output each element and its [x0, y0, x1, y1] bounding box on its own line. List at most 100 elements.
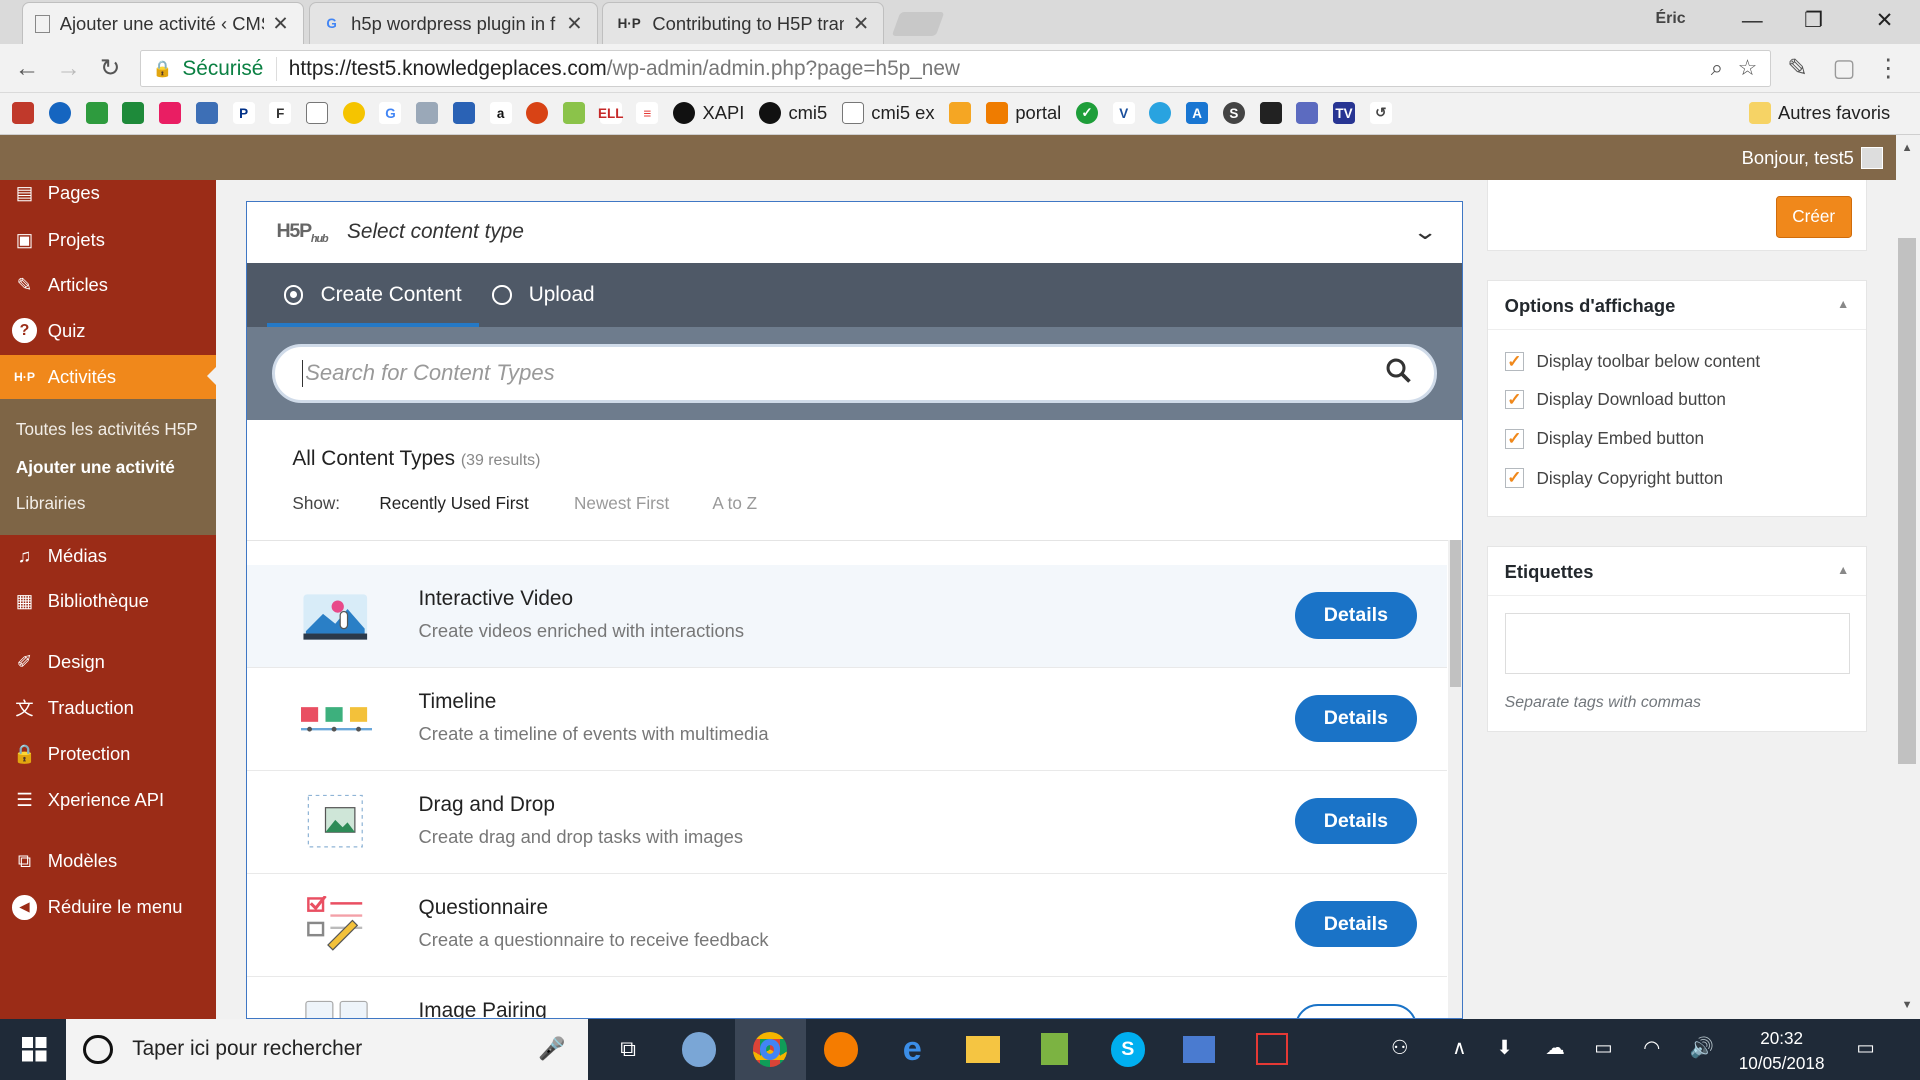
sidebar-item-quiz[interactable]: ? Quiz: [0, 309, 216, 353]
onedrive-icon[interactable]: ☁: [1545, 1036, 1565, 1060]
sidebar-item-protection[interactable]: 🔒 Protection: [0, 732, 216, 776]
scrollbar-thumb[interactable]: [1897, 237, 1917, 765]
bookmark-a-blue[interactable]: A: [1186, 102, 1209, 125]
sidebar-item-medias[interactable]: ♫ Médias: [0, 534, 216, 578]
option-copyright[interactable]: ✓ Display Copyright button: [1504, 468, 1723, 489]
collapse-triangle-icon[interactable]: ▲: [1837, 563, 1849, 577]
bookmark-a[interactable]: a: [489, 102, 512, 125]
taskbar-app-notepad[interactable]: [1019, 1019, 1090, 1080]
profile-badge[interactable]: Éric: [1656, 10, 1686, 28]
close-tab-icon[interactable]: ✕: [271, 12, 291, 36]
back-icon[interactable]: ←: [12, 54, 41, 83]
close-tab-icon[interactable]: ✕: [565, 12, 585, 36]
bookmark-box[interactable]: [949, 102, 972, 125]
close-tab-icon[interactable]: ✕: [851, 12, 871, 36]
sidebar-item-design[interactable]: ✐ Design: [0, 640, 216, 684]
close-window-icon[interactable]: ✕: [1856, 5, 1912, 37]
tab-create-content[interactable]: Create Content: [266, 263, 479, 327]
address-bar[interactable]: 🔒 Sécurisé https://test5.knowledgeplaces…: [139, 50, 1771, 87]
sidebar-item-articles[interactable]: ✎ Articles: [0, 263, 216, 307]
checkbox-checked-icon[interactable]: ✓: [1504, 429, 1525, 449]
collapse-triangle-icon[interactable]: ▲: [1837, 297, 1849, 311]
tab-h5p-contributing[interactable]: H·P Contributing to H5P trans ✕: [602, 2, 885, 45]
bookmark-cube[interactable]: [12, 102, 35, 125]
tags-textarea[interactable]: [1504, 613, 1850, 675]
sidebar-item-modeles[interactable]: ⧉ Modèles: [0, 839, 216, 883]
checkbox-checked-icon[interactable]: ✓: [1504, 389, 1525, 410]
list-item-interactive-video[interactable]: Interactive Video Create videos enriched…: [247, 565, 1448, 669]
download-tray-icon[interactable]: ⬇: [1496, 1036, 1512, 1060]
taskbar-clock[interactable]: 20:32 10/05/2018: [1727, 1026, 1837, 1075]
checkbox-checked-icon[interactable]: ✓: [1504, 351, 1525, 372]
collapse-menu-button[interactable]: ◀ Réduire le menu: [0, 885, 216, 929]
bookmark-globe[interactable]: [1149, 102, 1172, 125]
windows-start-icon[interactable]: [22, 1037, 47, 1068]
bookmark-tv[interactable]: TV: [1332, 102, 1356, 125]
tags-header[interactable]: Etiquettes ▲: [1487, 547, 1867, 597]
details-button[interactable]: Details: [1295, 797, 1417, 845]
list-item-drag-and-drop[interactable]: Drag and Drop Create drag and drop tasks…: [247, 771, 1448, 874]
bookmark-translate[interactable]: [416, 102, 439, 125]
list-item-questionnaire[interactable]: Questionnaire Create a questionnaire to …: [247, 874, 1448, 977]
bookmark-s[interactable]: S: [1222, 102, 1245, 125]
bookmark-yellow[interactable]: [342, 102, 365, 125]
option-embed[interactable]: ✓ Display Embed button: [1504, 428, 1704, 449]
wifi-icon[interactable]: ◠: [1643, 1036, 1660, 1060]
taskbar-app-firefox[interactable]: [806, 1019, 877, 1080]
sidebar-item-projets[interactable]: ▣ Projets: [0, 218, 216, 262]
option-toolbar[interactable]: ✓ Display toolbar below content: [1504, 351, 1760, 372]
bookmark-google[interactable]: G: [379, 102, 402, 125]
taskbar-app-mail-client[interactable]: [664, 1019, 735, 1080]
checkbox-checked-icon[interactable]: ✓: [1504, 468, 1525, 488]
account-menu[interactable]: Bonjour, test5: [1742, 146, 1884, 169]
search-icon[interactable]: [1385, 357, 1412, 391]
volume-icon[interactable]: 🔊: [1690, 1036, 1714, 1060]
details-button[interactable]: Details: [1295, 900, 1417, 948]
pdf-extension-icon[interactable]: ▢: [1829, 54, 1858, 83]
bookmark-dark[interactable]: [1259, 102, 1282, 125]
details-button[interactable]: Details: [1295, 592, 1417, 639]
other-bookmarks[interactable]: Autres favoris: [1748, 102, 1890, 125]
scroll-up-icon[interactable]: ▲: [1902, 142, 1913, 154]
bookmark-cmi5-ex[interactable]: cmi5 ex: [841, 102, 935, 125]
bookmark-pin[interactable]: [526, 102, 549, 125]
battery-icon[interactable]: ▭: [1594, 1036, 1613, 1060]
sidebar-item-traduction[interactable]: 文 Traduction: [0, 686, 216, 730]
bookmark-green-2[interactable]: [122, 102, 145, 125]
extension-icon[interactable]: ✎: [1783, 54, 1812, 83]
bookmark-board[interactable]: [452, 102, 475, 125]
tab-upload[interactable]: Upload: [492, 263, 595, 327]
submenu-add-activity[interactable]: Ajouter une activité: [16, 457, 175, 478]
filter-newest-first[interactable]: Newest First: [574, 493, 669, 514]
bookmark-xapi[interactable]: XAPI: [673, 102, 744, 125]
restore-icon[interactable]: ❐: [1785, 5, 1841, 37]
sidebar-item-pages[interactable]: ▤ Pages: [0, 171, 216, 215]
taskbar-app-acrobat[interactable]: [1237, 1019, 1308, 1080]
bookmark-cmi5[interactable]: cmi5: [759, 102, 827, 125]
page-scrollbar[interactable]: ▲ ▼: [1895, 134, 1920, 1019]
sidebar-item-activites[interactable]: H·P Activités: [0, 355, 216, 400]
bookmark-v[interactable]: V: [1112, 102, 1135, 125]
zoom-icon[interactable]: ⌕: [1711, 55, 1723, 81]
bookmark-screen[interactable]: [1296, 102, 1319, 125]
scrollbar-thumb[interactable]: [1449, 539, 1461, 687]
star-icon[interactable]: ☆: [1738, 55, 1758, 81]
forward-icon[interactable]: →: [54, 54, 83, 83]
details-button[interactable]: [1295, 1003, 1417, 1018]
list-item-image-pairing[interactable]: Image Pairing: [247, 977, 1447, 1018]
notifications-icon[interactable]: ▭: [1856, 1036, 1875, 1060]
menu-icon[interactable]: ⋮: [1873, 54, 1902, 83]
submenu-all-activities[interactable]: Toutes les activités H5P: [16, 419, 198, 440]
hub-header[interactable]: H5Phub Select content type ⌄: [247, 202, 1462, 263]
sidebar-item-bibliotheque[interactable]: ▦ Bibliothèque: [0, 579, 216, 623]
create-button[interactable]: Créer: [1775, 195, 1852, 238]
filter-recently-used[interactable]: Recently Used First: [379, 493, 528, 514]
bookmark-link[interactable]: [563, 102, 586, 125]
content-type-search-input[interactable]: Search for Content Types: [271, 343, 1438, 403]
people-icon[interactable]: ⚇: [1391, 1036, 1409, 1060]
bookmark-blue-box[interactable]: [195, 102, 218, 125]
bookmark-f[interactable]: F: [269, 102, 292, 125]
tab-google-search[interactable]: G h5p wordpress plugin in f ✕: [308, 2, 598, 45]
display-options-header[interactable]: Options d'affichage ▲: [1487, 281, 1867, 331]
bookmark-check[interactable]: ✓: [1075, 102, 1098, 125]
